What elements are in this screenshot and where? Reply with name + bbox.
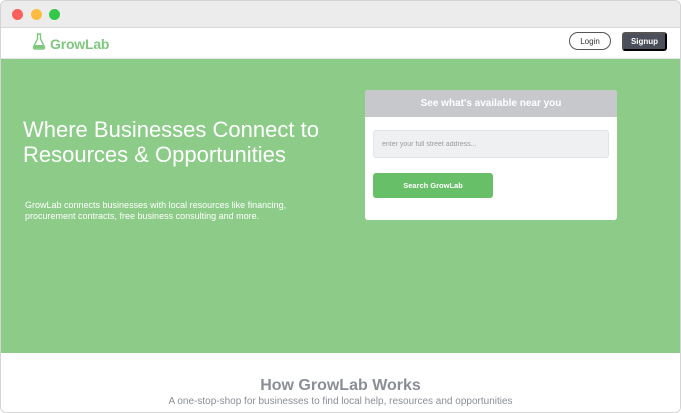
address-input[interactable] — [373, 130, 609, 158]
top-navbar: GrowLab Login Signup — [1, 28, 680, 59]
search-card-header: See what's available near you — [365, 90, 617, 117]
login-button[interactable]: Login — [569, 32, 611, 50]
minimize-window-icon[interactable] — [31, 9, 42, 20]
hero-subtitle: GrowLab connects businesses with local r… — [25, 200, 287, 221]
flask-icon — [32, 33, 46, 55]
maximize-window-icon[interactable] — [49, 9, 60, 20]
how-title: How GrowLab Works — [260, 377, 421, 394]
growlab-logo[interactable]: GrowLab — [32, 33, 110, 55]
search-card: See what's available near you Search Gro… — [365, 90, 617, 220]
hero-section: Where Businesses Connect to Resources & … — [1, 59, 680, 353]
window-titlebar — [1, 1, 680, 28]
signup-button[interactable]: Signup — [622, 32, 667, 51]
browser-window: GrowLab Login Signup Where Businesses Co… — [0, 0, 681, 413]
close-window-icon[interactable] — [12, 9, 23, 20]
logo-text: GrowLab — [50, 36, 110, 52]
search-growlab-button[interactable]: Search GrowLab — [373, 173, 493, 198]
how-subtitle: A one-stop-shop for businesses to find l… — [168, 396, 513, 407]
hero-title: Where Businesses Connect to Resources & … — [23, 117, 319, 167]
how-it-works-section: How GrowLab Works A one-stop-shop for bu… — [1, 353, 680, 412]
